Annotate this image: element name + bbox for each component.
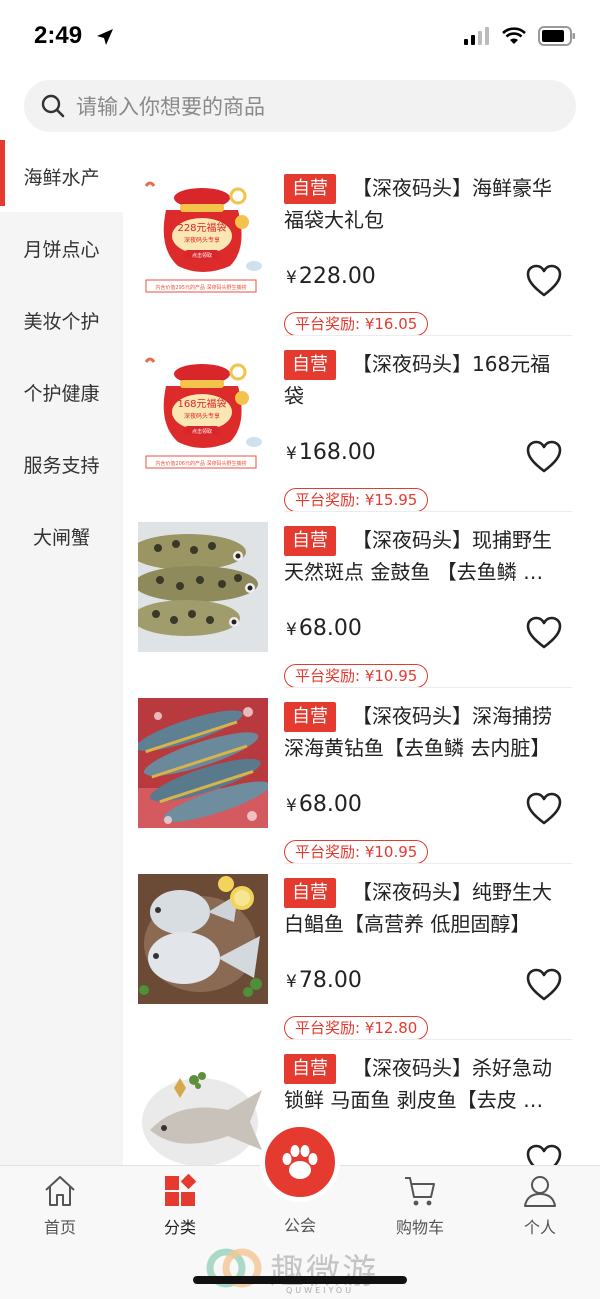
- bag-title: 168元福袋: [177, 397, 226, 410]
- sidebar-item-seafood[interactable]: 海鲜水产: [0, 140, 123, 212]
- sidebar-item-health[interactable]: 个护健康: [0, 356, 123, 428]
- location-arrow-icon: [97, 29, 113, 45]
- product-title: 【深夜码头】深海捕捞深海黄钻鱼【去鱼鳞 去内脏】: [284, 704, 552, 760]
- battery-icon: [538, 26, 575, 46]
- product-price: ¥68.00: [286, 792, 362, 817]
- currency-symbol: ¥: [286, 972, 297, 992]
- bag-button: 点击领取: [192, 252, 212, 259]
- price-value: 78.00: [298, 968, 362, 993]
- bag-subtitle: 深夜码头专享: [184, 236, 220, 244]
- product-image: [138, 1050, 268, 1180]
- price-value: 68.00: [298, 792, 362, 817]
- product-card[interactable]: 168元福袋 深夜码头专享 点击领取 内含价值206元的产品 深夜码头野生捕捞 …: [138, 336, 572, 512]
- person-icon: [524, 1176, 556, 1207]
- category-icon: [165, 1174, 197, 1206]
- favorite-heart-icon[interactable]: [526, 440, 562, 474]
- bag-note: 内含价值295元的产品 深夜码头野生捕捞: [155, 284, 246, 291]
- bag-subtitle: 深夜码头专享: [184, 412, 220, 420]
- product-card[interactable]: 228元福袋 深夜码头专享 点击领取 内含价值295元的产品 深夜码头野生捕捞 …: [138, 160, 572, 336]
- currency-symbol: ¥: [286, 444, 297, 464]
- tab-label: 首页: [43, 1218, 76, 1237]
- search-icon: [41, 94, 65, 118]
- yellow-fish-image: [138, 698, 268, 828]
- product-price: ¥78.00: [286, 968, 362, 993]
- product-price: ¥228.00: [286, 264, 376, 289]
- lucky-bag-image: 168元福袋 深夜码头专享 点击领取 内含价值206元的产品 深夜码头野生捕捞: [138, 346, 268, 476]
- product-title: 【深夜码头】纯野生大白鲳鱼【高营养 低胆固醇】: [284, 880, 552, 936]
- wifi-icon: [502, 27, 526, 44]
- sidebar-item-mooncake[interactable]: 月饼点心: [0, 212, 123, 284]
- product-price: ¥168.00: [286, 440, 376, 465]
- favorite-heart-icon[interactable]: [526, 968, 562, 1002]
- sidebar-item-label: 服务支持: [23, 454, 100, 477]
- bag-button: 点击领取: [192, 428, 212, 435]
- tab-label[interactable]: 公会: [260, 1212, 340, 1236]
- spotted-fish-image: [138, 522, 268, 652]
- tab-category[interactable]: 分类: [140, 1174, 220, 1238]
- product-title: 【深夜码头】168元福袋: [284, 352, 551, 408]
- search-input[interactable]: 请输入你想要的商品: [76, 91, 265, 121]
- tab-profile[interactable]: 个人: [500, 1174, 580, 1238]
- product-image: 228元福袋 深夜码头专享 点击领取 内含价值295元的产品 深夜码头野生捕捞: [138, 170, 268, 300]
- sidebar-item-label: 美妆个护: [23, 310, 100, 333]
- currency-symbol: ¥: [286, 268, 297, 288]
- product-image: [138, 522, 268, 652]
- favorite-heart-icon[interactable]: [526, 792, 562, 826]
- product-price: ¥68.00: [286, 616, 362, 641]
- price-value: 228.00: [298, 264, 376, 289]
- guild-center-button[interactable]: [260, 1122, 340, 1202]
- home-indicator: [193, 1276, 407, 1284]
- platform-reward-badge: 平台奖励: ¥12.80: [284, 1016, 429, 1040]
- sidebar-item-label: 个护健康: [23, 382, 100, 405]
- bag-title: 228元福袋: [177, 221, 226, 234]
- sidebar-item-label: 海鲜水产: [23, 166, 100, 189]
- product-card[interactable]: 自营 【深夜码头】深海捕捞深海黄钻鱼【去鱼鳞 去内脏】 ¥68.00 平台奖励:…: [138, 688, 572, 864]
- platform-reward-badge: 平台奖励: ¥10.95: [284, 840, 429, 864]
- tab-label: 分类: [163, 1218, 196, 1237]
- product-title: 【深夜码头】杀好急动锁鲜 马面鱼 剥皮鱼【去皮 …: [284, 1056, 552, 1112]
- status-icons: [464, 26, 576, 46]
- bag-note: 内含价值206元的产品 深夜码头野生捕捞: [155, 460, 246, 467]
- platform-reward-badge: 平台奖励: ¥10.95: [284, 664, 429, 688]
- watermark-logo-icon: [206, 1248, 262, 1288]
- product-image: [138, 874, 268, 1004]
- product-image: [138, 698, 268, 828]
- product-card[interactable]: 自营 【深夜码头】现捕野生天然斑点 金鼓鱼 【去鱼鳞 … ¥68.00 平台奖励…: [138, 512, 572, 688]
- status-time: 2:49: [34, 22, 83, 49]
- favorite-heart-icon[interactable]: [526, 264, 562, 298]
- signal-icon: [464, 27, 489, 45]
- product-image: 168元福袋 深夜码头专享 点击领取 内含价值206元的产品 深夜码头野生捕捞: [138, 346, 268, 476]
- tab-cart[interactable]: 购物车: [380, 1174, 460, 1238]
- sidebar-item-service[interactable]: 服务支持: [0, 428, 123, 500]
- search-bar[interactable]: 请输入你想要的商品: [24, 80, 576, 132]
- sidebar-item-beauty[interactable]: 美妆个护: [0, 284, 123, 356]
- pomfret-image: [138, 874, 268, 1004]
- sidebar-item-label: 大闸蟹: [32, 526, 90, 549]
- leatherjacket-fish-image: [138, 1050, 268, 1180]
- watermark-subtext: QUWEIYOU: [286, 1286, 355, 1295]
- price-value: 68.00: [298, 616, 362, 641]
- favorite-heart-icon[interactable]: [526, 616, 562, 650]
- app-screen: { "status_bar": { "time": "2:49" }, "sea…: [0, 0, 600, 1299]
- product-title: 【深夜码头】海鲜豪华福袋大礼包: [284, 176, 552, 232]
- price-value: 168.00: [298, 440, 376, 465]
- currency-symbol: ¥: [286, 796, 297, 816]
- platform-reward-badge: 平台奖励: ¥16.05: [284, 312, 429, 336]
- platform-reward-badge: 平台奖励: ¥15.95: [284, 488, 429, 512]
- sidebar-item-crab[interactable]: 大闸蟹: [0, 500, 123, 572]
- product-title: 【深夜码头】现捕野生天然斑点 金鼓鱼 【去鱼鳞 …: [284, 528, 552, 584]
- product-list: 228元福袋 深夜码头专享 点击领取 内含价值295元的产品 深夜码头野生捕捞 …: [138, 160, 572, 1216]
- tab-label: 个人: [523, 1218, 556, 1237]
- tab-home[interactable]: 首页: [20, 1174, 100, 1238]
- category-sidebar: 海鲜水产 月饼点心 美妆个护 个护健康 服务支持 大闸蟹: [0, 140, 123, 1165]
- tab-label: 购物车: [395, 1218, 444, 1237]
- lucky-bag-image: 228元福袋 深夜码头专享 点击领取 内含价值295元的产品 深夜码头野生捕捞: [138, 170, 268, 300]
- home-icon: [45, 1176, 75, 1206]
- product-card[interactable]: 自营 【深夜码头】纯野生大白鲳鱼【高营养 低胆固醇】 ¥78.00 平台奖励: …: [138, 864, 572, 1040]
- cart-icon: [405, 1177, 435, 1206]
- currency-symbol: ¥: [286, 620, 297, 640]
- paw-icon: [282, 1145, 318, 1179]
- sidebar-item-label: 月饼点心: [23, 238, 100, 261]
- status-bar: 2:49: [0, 0, 600, 74]
